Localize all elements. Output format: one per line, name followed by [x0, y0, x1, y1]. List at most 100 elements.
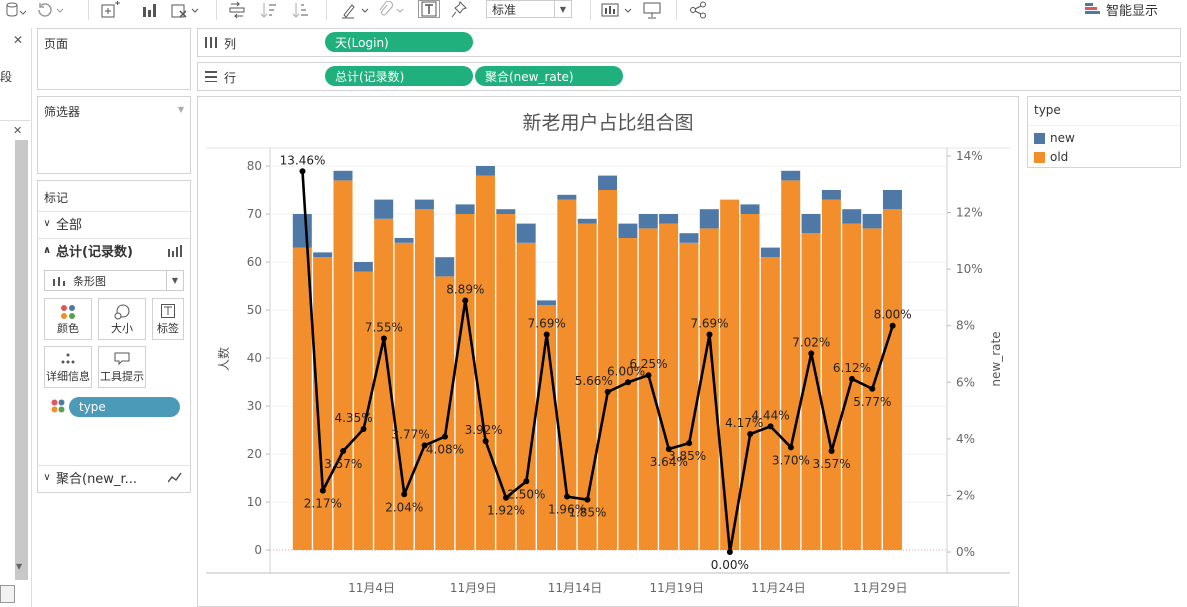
detail-button[interactable]: 详细信息: [44, 346, 92, 388]
marks-all-row[interactable]: ∨ 全部: [38, 211, 190, 235]
type-pill[interactable]: type: [69, 397, 180, 417]
bar-old: [740, 214, 760, 550]
share-icon[interactable]: [686, 0, 710, 20]
swap-icon[interactable]: [226, 0, 248, 20]
bar-new: [292, 214, 313, 248]
tooltip-button[interactable]: 工具提示: [98, 346, 146, 388]
bar-old: [414, 209, 435, 550]
attach-icon[interactable]: [376, 0, 406, 20]
new-rate-point: [808, 350, 815, 357]
legend-swatch-new: [1034, 132, 1045, 144]
rate-data-label: 8.00%: [874, 308, 912, 322]
color-legend[interactable]: type new old: [1027, 96, 1181, 168]
rows-pill-new-rate[interactable]: 聚合(new_rate): [475, 66, 623, 86]
rail-scrollbar[interactable]: [15, 140, 28, 580]
bar-new: [353, 262, 374, 272]
bar-old: [781, 180, 801, 550]
mark-type-select[interactable]: 条形图 ▼: [44, 270, 184, 291]
rail-bottom-button[interactable]: [0, 585, 15, 603]
datasource-icon[interactable]: [2, 0, 28, 20]
pin-icon[interactable]: [448, 0, 470, 20]
filters-menu-icon[interactable]: ▼: [178, 105, 184, 114]
new-rate-point: [848, 375, 855, 382]
x-tick-label: 11月24日: [751, 581, 806, 595]
new-rate-point: [360, 425, 367, 432]
new-worksheet-icon[interactable]: [98, 0, 124, 20]
label-button[interactable]: 标签: [152, 298, 184, 340]
legend-swatch-old: [1034, 151, 1045, 163]
legend-item-new[interactable]: new: [1034, 131, 1075, 145]
clear-sheet-icon[interactable]: [170, 0, 200, 20]
bar-old: [760, 257, 781, 550]
rate-data-label: 13.46%: [280, 153, 326, 167]
presentation-icon[interactable]: [640, 0, 664, 20]
rate-data-label: 6.12%: [833, 361, 871, 375]
x-tick-label: 11月9日: [450, 581, 497, 595]
bar-old: [659, 223, 679, 550]
duplicate-sheet-icon[interactable]: [140, 0, 164, 20]
marks-title: 标记: [44, 191, 69, 205]
legend-item-old[interactable]: old: [1034, 150, 1068, 164]
text-label-icon: [161, 304, 175, 318]
legend-label-old: old: [1050, 150, 1069, 164]
combo-chart: 0 10 20 30 40 50 60 70 80 0% 2% 4% 6% 8% 10% 12% 14% 人数 ne…: [206, 147, 1010, 595]
y-tick-label: 80: [247, 159, 262, 173]
bar-new: [537, 300, 557, 306]
new-rate-point: [787, 444, 794, 451]
y-tick-label: 20: [247, 447, 262, 461]
line-chart-icon: [168, 472, 182, 483]
type-pill-label: type: [79, 400, 106, 414]
bar-old: [618, 238, 638, 550]
fit-select[interactable]: 标准 ▼: [486, 0, 572, 18]
x-tick-label: 11月29日: [853, 581, 908, 595]
y2-tick-label: 8%: [956, 319, 975, 333]
color-icon: [61, 305, 75, 319]
sort-ascending-icon[interactable]: [258, 0, 280, 20]
show-cards-icon[interactable]: [600, 0, 634, 20]
rate-data-label: 3.85%: [668, 449, 706, 463]
show-me-button[interactable]: 智能显示: [1085, 0, 1159, 19]
new-rate-point: [441, 433, 448, 440]
chart-title: 新老用户占比组合图: [522, 112, 694, 134]
toolbar: 标准 ▼ 智能显示: [0, 0, 1187, 20]
filters-title: 筛选器: [44, 105, 81, 119]
columns-pill-login-day[interactable]: 天(Login): [325, 32, 473, 52]
marks-second-label: 聚合(new_r...: [56, 472, 137, 487]
rate-data-label: 1.85%: [568, 506, 606, 520]
color-button[interactable]: 颜色: [44, 298, 92, 340]
y-tick-label: 70: [247, 207, 262, 221]
filters-panel[interactable]: 筛选器 ▼: [37, 96, 191, 174]
refresh-icon[interactable]: [32, 0, 68, 20]
rate-data-label: 2.17%: [304, 497, 342, 511]
show-me-icon: [1085, 3, 1100, 14]
bar-new: [862, 214, 882, 229]
new-rate-point: [604, 388, 611, 395]
sort-descending-icon[interactable]: [290, 0, 312, 20]
new-rate-point: [625, 379, 632, 386]
pages-panel[interactable]: 页面: [37, 28, 191, 90]
marks-second-row[interactable]: ∨ 聚合(new_r...: [38, 465, 190, 489]
show-labels-icon[interactable]: [418, 0, 440, 18]
new-rate-point: [564, 493, 571, 500]
new-rate-point: [767, 423, 774, 430]
y2-tick-label: 2%: [956, 488, 975, 502]
new-rate-point: [726, 549, 733, 555]
legend-title: type: [1034, 103, 1061, 117]
bar-new: [414, 199, 435, 210]
scroll-down-icon[interactable]: ▼: [16, 562, 22, 571]
rate-data-label: 2.04%: [385, 500, 423, 514]
rate-data-label: 5.77%: [853, 395, 891, 409]
highlight-pen-icon[interactable]: [338, 0, 372, 20]
close-icon[interactable]: ✕: [13, 33, 23, 47]
show-me-label: 智能显示: [1106, 3, 1159, 19]
size-button[interactable]: 大小: [98, 298, 146, 340]
bar-new: [394, 238, 414, 243]
rail-close-icon[interactable]: ✕: [13, 124, 22, 137]
rows-pill-rate-label: 聚合(new_rate): [485, 69, 574, 84]
rows-pill-count[interactable]: 总计(记录数): [325, 66, 473, 86]
rows-label: 行: [224, 71, 237, 85]
bar-new: [740, 204, 760, 214]
chevron-down-icon: ∨: [43, 472, 51, 483]
columns-label: 列: [224, 37, 237, 51]
marks-measure-row[interactable]: ∧ 总计(记录数): [38, 238, 190, 262]
